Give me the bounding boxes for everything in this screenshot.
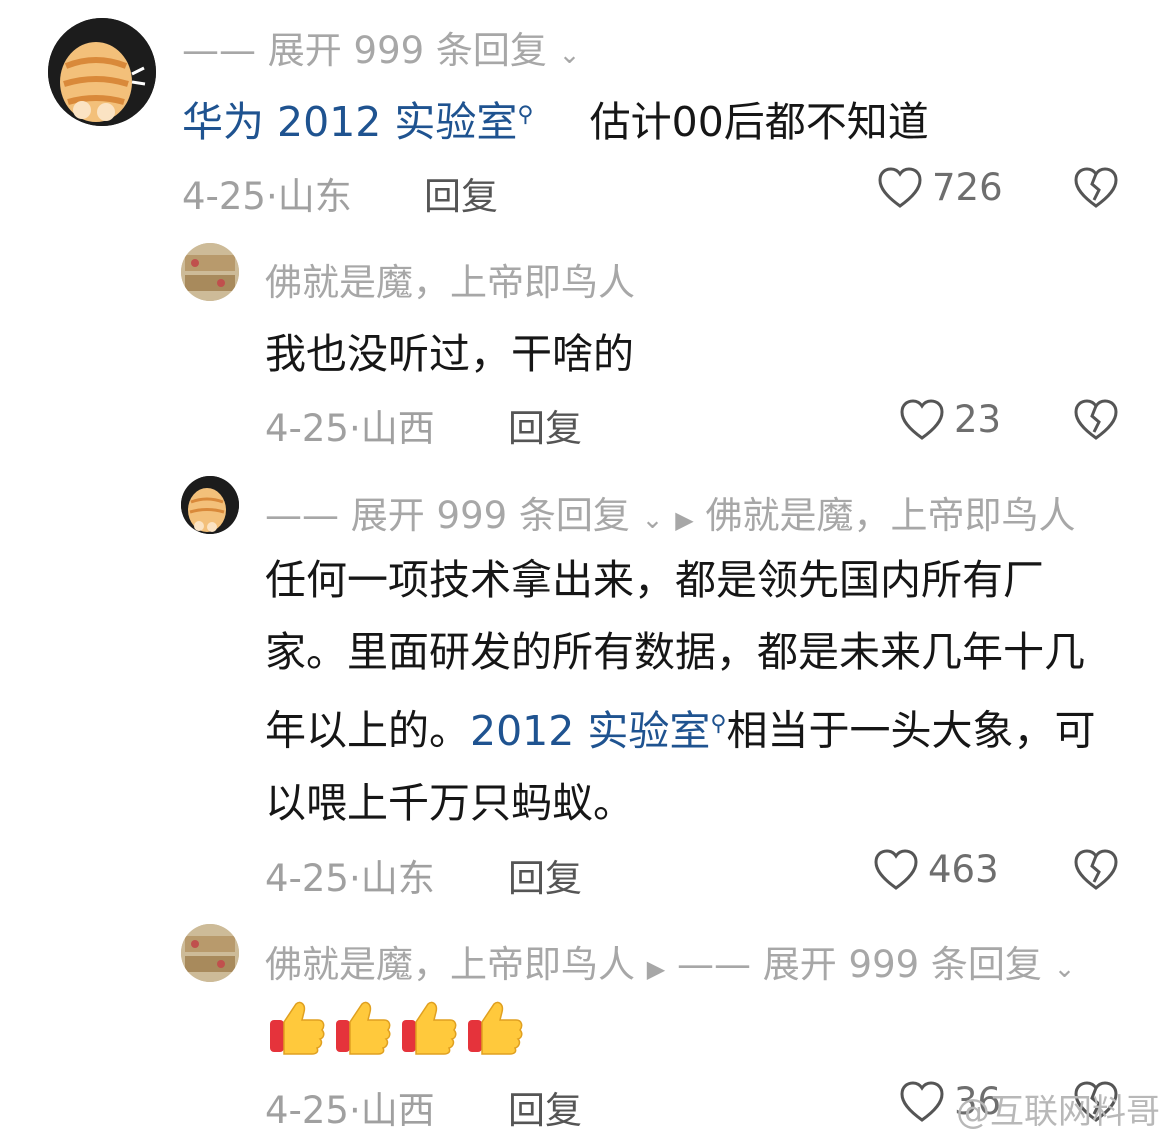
triangle-right-icon: ▶ (646, 955, 666, 983)
reply-button[interactable]: 回复 (508, 848, 582, 902)
magnifier-icon: ⚲ (710, 711, 727, 736)
broken-heart-icon[interactable] (1072, 396, 1120, 444)
chevron-down-icon: ⌄ (641, 505, 664, 535)
comment-date: 4-25· (265, 857, 361, 900)
hashtag-link[interactable]: 华为 2012 实验室⚲ (182, 98, 534, 146)
reply-header: —— 展开 999 条回复 ⌄ ▶ 佛就是魔，上帝即鸟人 (265, 485, 1075, 539)
comment-location: 山东 (277, 175, 352, 218)
cat-avatar-icon (48, 18, 156, 126)
comment-meta: 4-25·山西 (265, 1080, 435, 1134)
chevron-down-icon: ⌄ (558, 40, 581, 70)
thumbs-up-emoji (402, 1001, 457, 1055)
triangle-right-icon: ▶ (675, 506, 694, 534)
thumbs-up-emoji (270, 1001, 325, 1055)
expand-replies-label[interactable]: —— 展开 999 条回复 (677, 943, 1042, 986)
author-name[interactable]: 佛就是魔，上帝即鸟人 (265, 252, 635, 306)
cat-avatar-icon (181, 476, 239, 534)
broken-heart-icon[interactable] (1072, 164, 1120, 212)
watermark: @互联网料哥 (956, 1092, 1160, 1132)
heart-outline-icon[interactable] (872, 846, 920, 894)
comment-location: 山西 (360, 407, 435, 450)
like-count: 23 (954, 398, 1002, 441)
comment-meta: 4-25·山东 (182, 166, 352, 220)
comment-meta: 4-25·山东 (265, 848, 435, 902)
comment-text: 我也没听过，干啥的 (265, 330, 634, 378)
expand-replies-link[interactable]: —— 展开 999 条回复 ⌄ (182, 20, 580, 74)
heart-outline-icon[interactable] (898, 1078, 946, 1126)
comment-body: 任何一项技术拿出来，都是领先国内所有厂家。里面研发的所有数据，都是未来几年十几年… (265, 544, 1125, 839)
reply-button[interactable]: 回复 (508, 398, 582, 452)
reply-header: 佛就是魔，上帝即鸟人 ▶ —— 展开 999 条回复 ⌄ (265, 934, 1075, 988)
expand-replies-label[interactable]: —— 展开 999 条回复 (182, 29, 547, 72)
like-count: 726 (932, 166, 1003, 209)
reply-button[interactable]: 回复 (508, 1080, 582, 1134)
heart-outline-icon[interactable] (898, 396, 946, 444)
comment-body: 华为 2012 实验室⚲ 估计00后都不知道 (182, 88, 929, 148)
hashtag-link[interactable]: 2012 实验室⚲ (470, 707, 727, 755)
chevron-down-icon: ⌄ (1053, 954, 1076, 984)
comment-date: 4-25· (265, 407, 361, 450)
comment-date: 4-25· (182, 175, 278, 218)
avatar[interactable] (181, 476, 239, 534)
thumbs-up-emoji (336, 1001, 391, 1055)
banknote-avatar-icon (181, 924, 239, 982)
comment-date: 4-25· (265, 1089, 361, 1132)
expand-replies-label[interactable]: —— 展开 999 条回复 (265, 494, 630, 537)
broken-heart-icon[interactable] (1072, 846, 1120, 894)
comment-text: 估计00后都不知道 (589, 98, 929, 146)
reply-to-name[interactable]: 佛就是魔，上帝即鸟人 (705, 494, 1075, 537)
heart-outline-icon[interactable] (876, 164, 924, 212)
comment-location: 山东 (360, 857, 435, 900)
like-count: 463 (928, 848, 999, 891)
reply-button[interactable]: 回复 (424, 166, 498, 220)
avatar[interactable] (181, 924, 239, 982)
thumbs-up-emoji (468, 1001, 523, 1055)
hashtag-link-label[interactable]: 华为 2012 实验室 (182, 98, 517, 146)
comment-location: 山西 (360, 1089, 435, 1132)
avatar[interactable] (181, 243, 239, 301)
banknote-avatar-icon (181, 243, 239, 301)
hashtag-link-label[interactable]: 2012 实验室 (470, 707, 710, 755)
magnifier-icon: ⚲ (517, 102, 534, 128)
author-name[interactable]: 佛就是魔，上帝即鸟人 (265, 943, 635, 986)
comment-meta: 4-25·山西 (265, 398, 435, 452)
avatar[interactable] (48, 18, 156, 126)
